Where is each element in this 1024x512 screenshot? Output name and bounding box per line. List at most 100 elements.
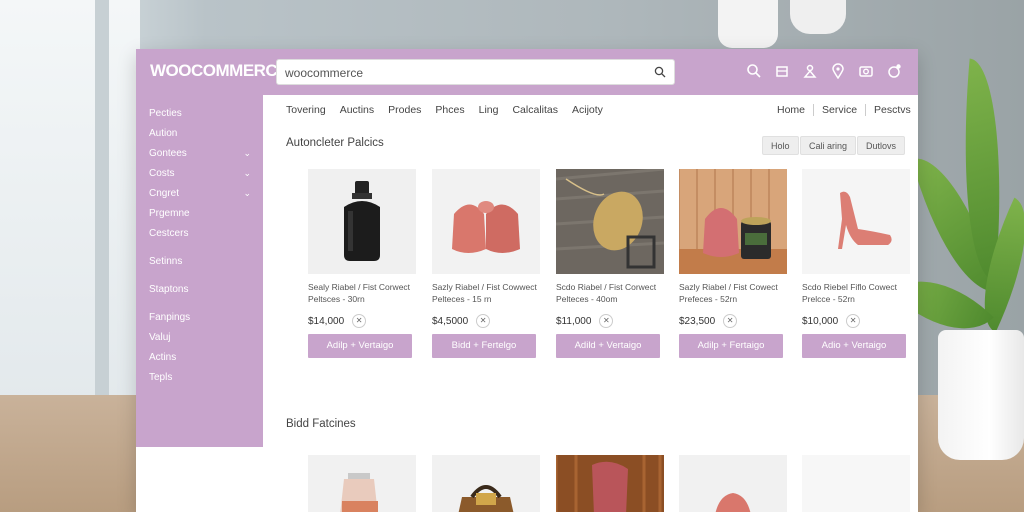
product-price: $10,000 (802, 315, 839, 327)
product-subtitle: Pelteces - 40om (556, 294, 618, 304)
sidebar-item[interactable]: Pecties (149, 108, 182, 119)
pink-socks-image (432, 169, 540, 274)
close-icon[interactable]: ✕ (476, 314, 491, 328)
product-title: Scdo Riebel Fiflo Cowect (802, 282, 897, 292)
nav-link[interactable]: Prodes (388, 104, 421, 116)
close-icon[interactable]: ✕ (599, 314, 614, 328)
product-image[interactable] (679, 169, 787, 274)
nav-link[interactable]: Phces (435, 104, 464, 116)
background-lamp (718, 0, 778, 48)
black-bottle-image (308, 169, 416, 274)
product-card[interactable]: Scdo Riabel / Fist Corwect Pelteces - 40… (556, 169, 664, 358)
category-nav: Tovering Auctins Prodes Phces Ling Calca… (286, 104, 617, 116)
nav-link[interactable]: Auctins (340, 104, 374, 116)
product-price: $14,000 (308, 315, 345, 327)
plant-pot (938, 330, 1024, 460)
product-price: $11,000 (556, 315, 592, 327)
product-image[interactable] (432, 169, 540, 274)
nav-link-service[interactable]: Service (814, 104, 867, 116)
add-to-cart-button[interactable]: Adilp + Fertaigo (679, 334, 783, 358)
sidebar-item[interactable]: Tepls (149, 372, 172, 383)
search-icon[interactable] (746, 63, 762, 79)
add-to-cart-button[interactable]: Adio + Vertaigo (802, 334, 906, 358)
sort-button[interactable]: Cali aring (800, 136, 857, 155)
chevron-down-icon[interactable]: ⌄ (243, 168, 251, 179)
search-icon[interactable] (654, 66, 666, 78)
pink-pouch-image (715, 493, 751, 512)
leather-bag-image (458, 485, 514, 512)
sidebar-item[interactable]: Gontees (149, 148, 187, 159)
sidebar-item[interactable]: Cngret (149, 188, 179, 199)
brand-logo[interactable]: WOOCOMMERCE (150, 61, 289, 81)
nav-link[interactable]: Pesctvs (866, 104, 919, 116)
product-image[interactable] (679, 455, 787, 512)
product-image[interactable] (432, 455, 540, 512)
sidebar-item[interactable]: Prgemne (149, 208, 190, 219)
nav-link[interactable]: Ling (479, 104, 499, 116)
product-image[interactable] (308, 455, 416, 512)
add-to-cart-button[interactable]: Adild + Vertaigo (556, 334, 660, 358)
pink-bag-can-image (679, 169, 787, 274)
red-scarf-image (556, 455, 662, 512)
sort-button[interactable]: Dutlovs (857, 136, 906, 155)
chevron-down-icon[interactable]: ⌄ (243, 148, 251, 159)
sort-button[interactable]: Holo (762, 136, 799, 155)
sidebar-item[interactable]: Valuj (149, 332, 171, 343)
user-icon[interactable] (802, 63, 818, 79)
product-image[interactable] (802, 169, 910, 274)
utility-nav: Home Service Pesctvs (769, 104, 919, 116)
chevron-down-icon[interactable]: ⌄ (243, 188, 251, 199)
sidebar: Pecties Aution Gontees ⌄ Costs ⌄ Cngret … (136, 95, 263, 447)
woocommerce-window: WOOCOMMERCE woocommerce Pecties Aution G… (136, 49, 918, 512)
product-card[interactable]: Sazly Riabel / Fist Cowwect Pelteces - 1… (432, 169, 540, 358)
camera-icon[interactable] (858, 63, 874, 79)
product-card[interactable]: Sazly Riabel / Fist Cowect Prefeces - 52… (679, 169, 787, 358)
product-image[interactable] (556, 169, 664, 274)
product-image[interactable] (308, 169, 416, 274)
product-subtitle: Prelcce - 52rn (802, 294, 855, 304)
search-value: woocommerce (285, 66, 364, 80)
cart-icon[interactable] (774, 63, 790, 79)
section-title: Bidd Fatcines (286, 418, 356, 430)
nav-link[interactable]: Acijoty (572, 104, 603, 116)
product-card[interactable]: Sealy Riabel / Fist Corwect Peltsces - 3… (308, 169, 416, 358)
pink-heel-image (802, 169, 910, 274)
close-icon[interactable]: ✕ (846, 314, 861, 328)
background-window (0, 0, 140, 400)
product-image[interactable] (556, 455, 664, 512)
location-icon[interactable] (830, 63, 846, 79)
sidebar-item[interactable]: Fanpings (149, 312, 190, 323)
sidebar-item[interactable]: Staptons (149, 284, 188, 295)
product-title: Sazly Riabel / Fist Cowect (679, 282, 778, 292)
nav-link[interactable]: Calcalitas (512, 104, 558, 116)
sidebar-item[interactable]: Costs (149, 168, 175, 179)
search-input[interactable]: woocommerce (276, 59, 675, 85)
sidebar-item[interactable]: Aution (149, 128, 177, 139)
product-subtitle: Pelteces - 15 rn (432, 294, 492, 304)
product-price: $4,5000 (432, 315, 469, 327)
close-icon[interactable]: ✕ (723, 314, 738, 328)
product-card[interactable]: Scdo Riebel Fiflo Cowect Prelcce - 52rn … (802, 169, 910, 358)
nav-link[interactable]: Tovering (286, 104, 326, 116)
sidebar-item[interactable]: Setinns (149, 256, 182, 267)
section-title: Autoncleter Palcics (286, 137, 384, 149)
gold-clutch-image (556, 169, 664, 274)
add-to-cart-button[interactable]: Bidd + Fertelgo (432, 334, 536, 358)
add-to-cart-button[interactable]: Adilp + Vertaigo (308, 334, 412, 358)
product-title: Sealy Riabel / Fist Corwect (308, 282, 411, 292)
nav-link-home[interactable]: Home (769, 104, 815, 116)
product-subtitle: Peltsces - 30rn (308, 294, 365, 304)
product-title: Scdo Riabel / Fist Corwect (556, 282, 657, 292)
notification-icon[interactable] (886, 63, 902, 79)
product-subtitle: Prefeces - 52rn (679, 294, 738, 304)
close-icon[interactable]: ✕ (352, 314, 367, 328)
product-image[interactable] (802, 455, 910, 512)
sidebar-item[interactable]: Cestcers (149, 228, 188, 239)
product-price: $23,500 (679, 315, 716, 327)
jar-image (340, 473, 378, 512)
header-bar: WOOCOMMERCE woocommerce (136, 49, 918, 95)
sidebar-item[interactable]: Actins (149, 352, 176, 363)
background-lamp (790, 0, 846, 34)
product-title: Sazly Riabel / Fist Cowwect (432, 282, 537, 292)
header-icons (746, 63, 902, 79)
